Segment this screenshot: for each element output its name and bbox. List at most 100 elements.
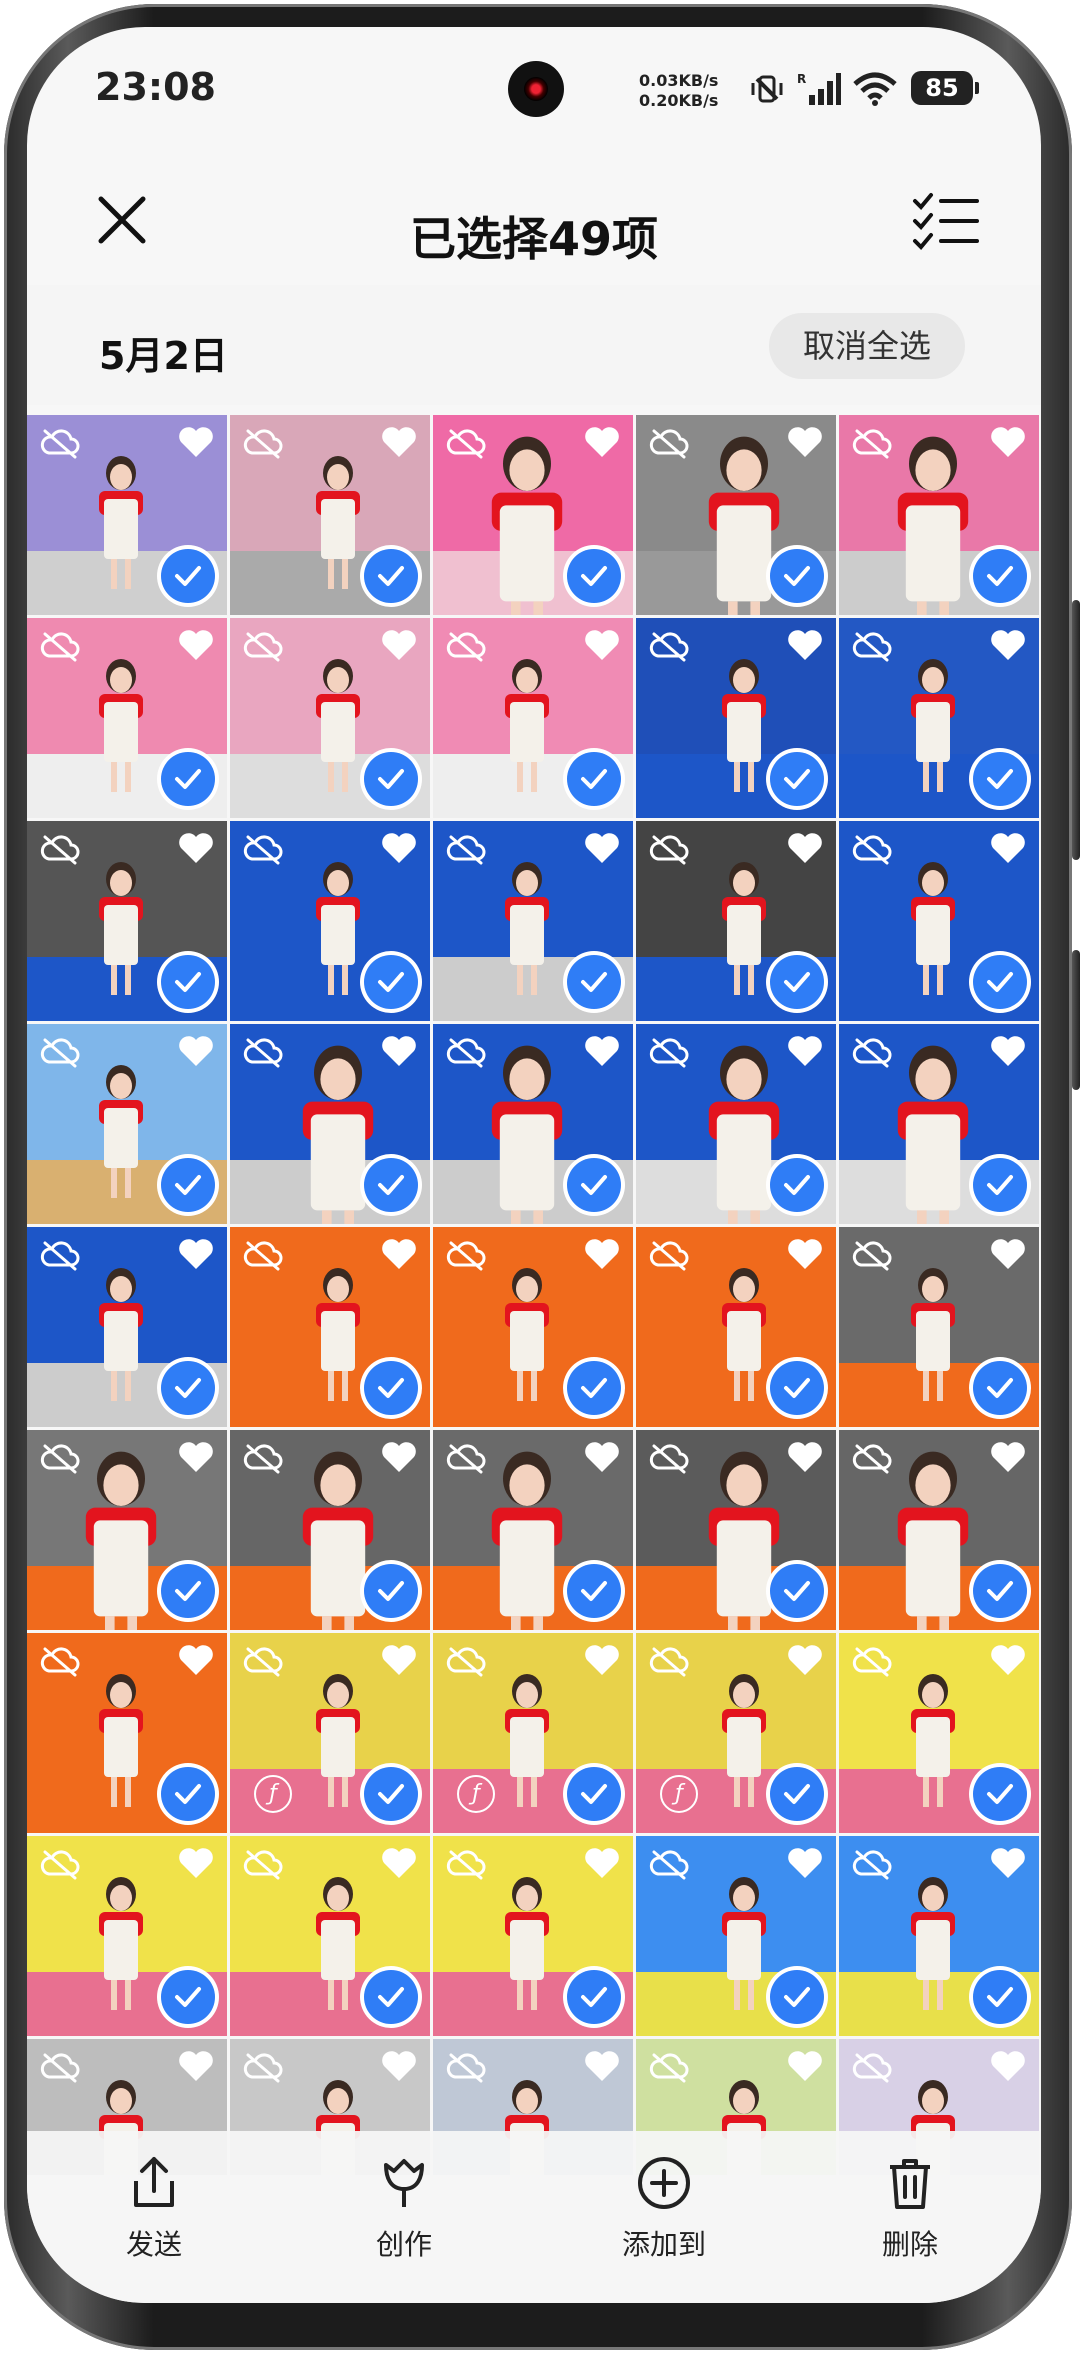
check-circle-icon[interactable]: [567, 955, 621, 1009]
heart-icon[interactable]: [786, 1237, 824, 1271]
check-circle-icon[interactable]: [161, 1970, 215, 2024]
check-circle-icon[interactable]: [161, 1361, 215, 1415]
check-circle-icon[interactable]: [364, 1564, 418, 1618]
heart-icon[interactable]: [583, 1237, 621, 1271]
photo-thumbnail[interactable]: [230, 821, 430, 1021]
check-circle-icon[interactable]: [770, 1564, 824, 1618]
photo-thumbnail[interactable]: [636, 1836, 836, 2036]
check-circle-icon[interactable]: [973, 1361, 1027, 1415]
photo-thumbnail[interactable]: [839, 1227, 1039, 1427]
photo-thumbnail[interactable]: [27, 1633, 227, 1833]
photo-thumbnail[interactable]: [433, 1024, 633, 1224]
photo-thumbnail[interactable]: [839, 1633, 1039, 1833]
check-circle-icon[interactable]: [973, 1564, 1027, 1618]
heart-icon[interactable]: [583, 1440, 621, 1474]
photo-thumbnail[interactable]: [230, 1836, 430, 2036]
check-circle-icon[interactable]: [770, 1767, 824, 1821]
photo-thumbnail[interactable]: [839, 1836, 1039, 2036]
check-circle-icon[interactable]: [567, 1361, 621, 1415]
heart-icon[interactable]: [989, 1034, 1027, 1068]
photo-thumbnail[interactable]: [636, 618, 836, 818]
heart-icon[interactable]: [583, 628, 621, 662]
deselect-all-button[interactable]: 取消全选: [769, 313, 965, 379]
check-circle-icon[interactable]: [567, 1158, 621, 1212]
check-circle-icon[interactable]: [567, 1767, 621, 1821]
photo-thumbnail[interactable]: ƒ: [433, 1633, 633, 1833]
check-circle-icon[interactable]: [161, 1564, 215, 1618]
heart-icon[interactable]: [380, 1846, 418, 1880]
heart-icon[interactable]: [989, 628, 1027, 662]
heart-icon[interactable]: [989, 1643, 1027, 1677]
photo-thumbnail[interactable]: [433, 618, 633, 818]
check-circle-icon[interactable]: [770, 1970, 824, 2024]
heart-icon[interactable]: [786, 831, 824, 865]
create-button[interactable]: 创作: [329, 2153, 479, 2283]
heart-icon[interactable]: [786, 1034, 824, 1068]
check-circle-icon[interactable]: [770, 752, 824, 806]
heart-icon[interactable]: [177, 831, 215, 865]
check-circle-icon[interactable]: [161, 1767, 215, 1821]
heart-icon[interactable]: [583, 831, 621, 865]
check-circle-icon[interactable]: [567, 1970, 621, 2024]
check-circle-icon[interactable]: [567, 752, 621, 806]
check-circle-icon[interactable]: [364, 549, 418, 603]
photo-thumbnail[interactable]: [433, 1836, 633, 2036]
heart-icon[interactable]: [380, 1440, 418, 1474]
photo-thumbnail[interactable]: [230, 1430, 430, 1630]
heart-icon[interactable]: [380, 628, 418, 662]
heart-icon[interactable]: [786, 2049, 824, 2083]
photo-thumbnail[interactable]: [636, 415, 836, 615]
heart-icon[interactable]: [583, 425, 621, 459]
photo-thumbnail[interactable]: [27, 821, 227, 1021]
check-circle-icon[interactable]: [973, 1158, 1027, 1212]
photo-thumbnail[interactable]: [433, 1430, 633, 1630]
heart-icon[interactable]: [583, 1034, 621, 1068]
photo-thumbnail[interactable]: [27, 1430, 227, 1630]
heart-icon[interactable]: [380, 1034, 418, 1068]
photo-thumbnail[interactable]: [230, 618, 430, 818]
check-circle-icon[interactable]: [770, 549, 824, 603]
heart-icon[interactable]: [786, 425, 824, 459]
check-circle-icon[interactable]: [770, 955, 824, 1009]
check-circle-icon[interactable]: [973, 1970, 1027, 2024]
check-circle-icon[interactable]: [364, 1361, 418, 1415]
photo-thumbnail[interactable]: [27, 1227, 227, 1427]
send-button[interactable]: 发送: [79, 2153, 229, 2283]
photo-thumbnail[interactable]: [636, 1024, 836, 1224]
check-circle-icon[interactable]: [161, 752, 215, 806]
photo-thumbnail[interactable]: [27, 1836, 227, 2036]
heart-icon[interactable]: [989, 831, 1027, 865]
heart-icon[interactable]: [989, 2049, 1027, 2083]
heart-icon[interactable]: [786, 628, 824, 662]
heart-icon[interactable]: [989, 425, 1027, 459]
check-circle-icon[interactable]: [364, 1970, 418, 2024]
check-circle-icon[interactable]: [364, 1767, 418, 1821]
photo-thumbnail[interactable]: [27, 618, 227, 818]
photo-thumbnail[interactable]: ƒ: [230, 1633, 430, 1833]
photo-thumbnail[interactable]: [839, 618, 1039, 818]
photo-thumbnail[interactable]: [27, 415, 227, 615]
heart-icon[interactable]: [989, 1846, 1027, 1880]
heart-icon[interactable]: [989, 1440, 1027, 1474]
photo-thumbnail[interactable]: [636, 1430, 836, 1630]
heart-icon[interactable]: [177, 1440, 215, 1474]
photo-thumbnail[interactable]: [230, 415, 430, 615]
heart-icon[interactable]: [380, 831, 418, 865]
check-circle-icon[interactable]: [973, 549, 1027, 603]
photo-thumbnail[interactable]: [230, 1227, 430, 1427]
select-mode-button[interactable]: [907, 185, 983, 255]
heart-icon[interactable]: [583, 2049, 621, 2083]
photo-thumbnail[interactable]: [636, 1227, 836, 1427]
check-circle-icon[interactable]: [973, 752, 1027, 806]
photo-thumbnail[interactable]: ƒ: [636, 1633, 836, 1833]
photo-thumbnail[interactable]: [433, 415, 633, 615]
check-circle-icon[interactable]: [567, 1564, 621, 1618]
heart-icon[interactable]: [583, 1643, 621, 1677]
photo-thumbnail[interactable]: [839, 1430, 1039, 1630]
heart-icon[interactable]: [786, 1846, 824, 1880]
heart-icon[interactable]: [177, 1846, 215, 1880]
photo-thumbnail[interactable]: [839, 415, 1039, 615]
check-circle-icon[interactable]: [973, 1767, 1027, 1821]
heart-icon[interactable]: [177, 628, 215, 662]
check-circle-icon[interactable]: [364, 955, 418, 1009]
